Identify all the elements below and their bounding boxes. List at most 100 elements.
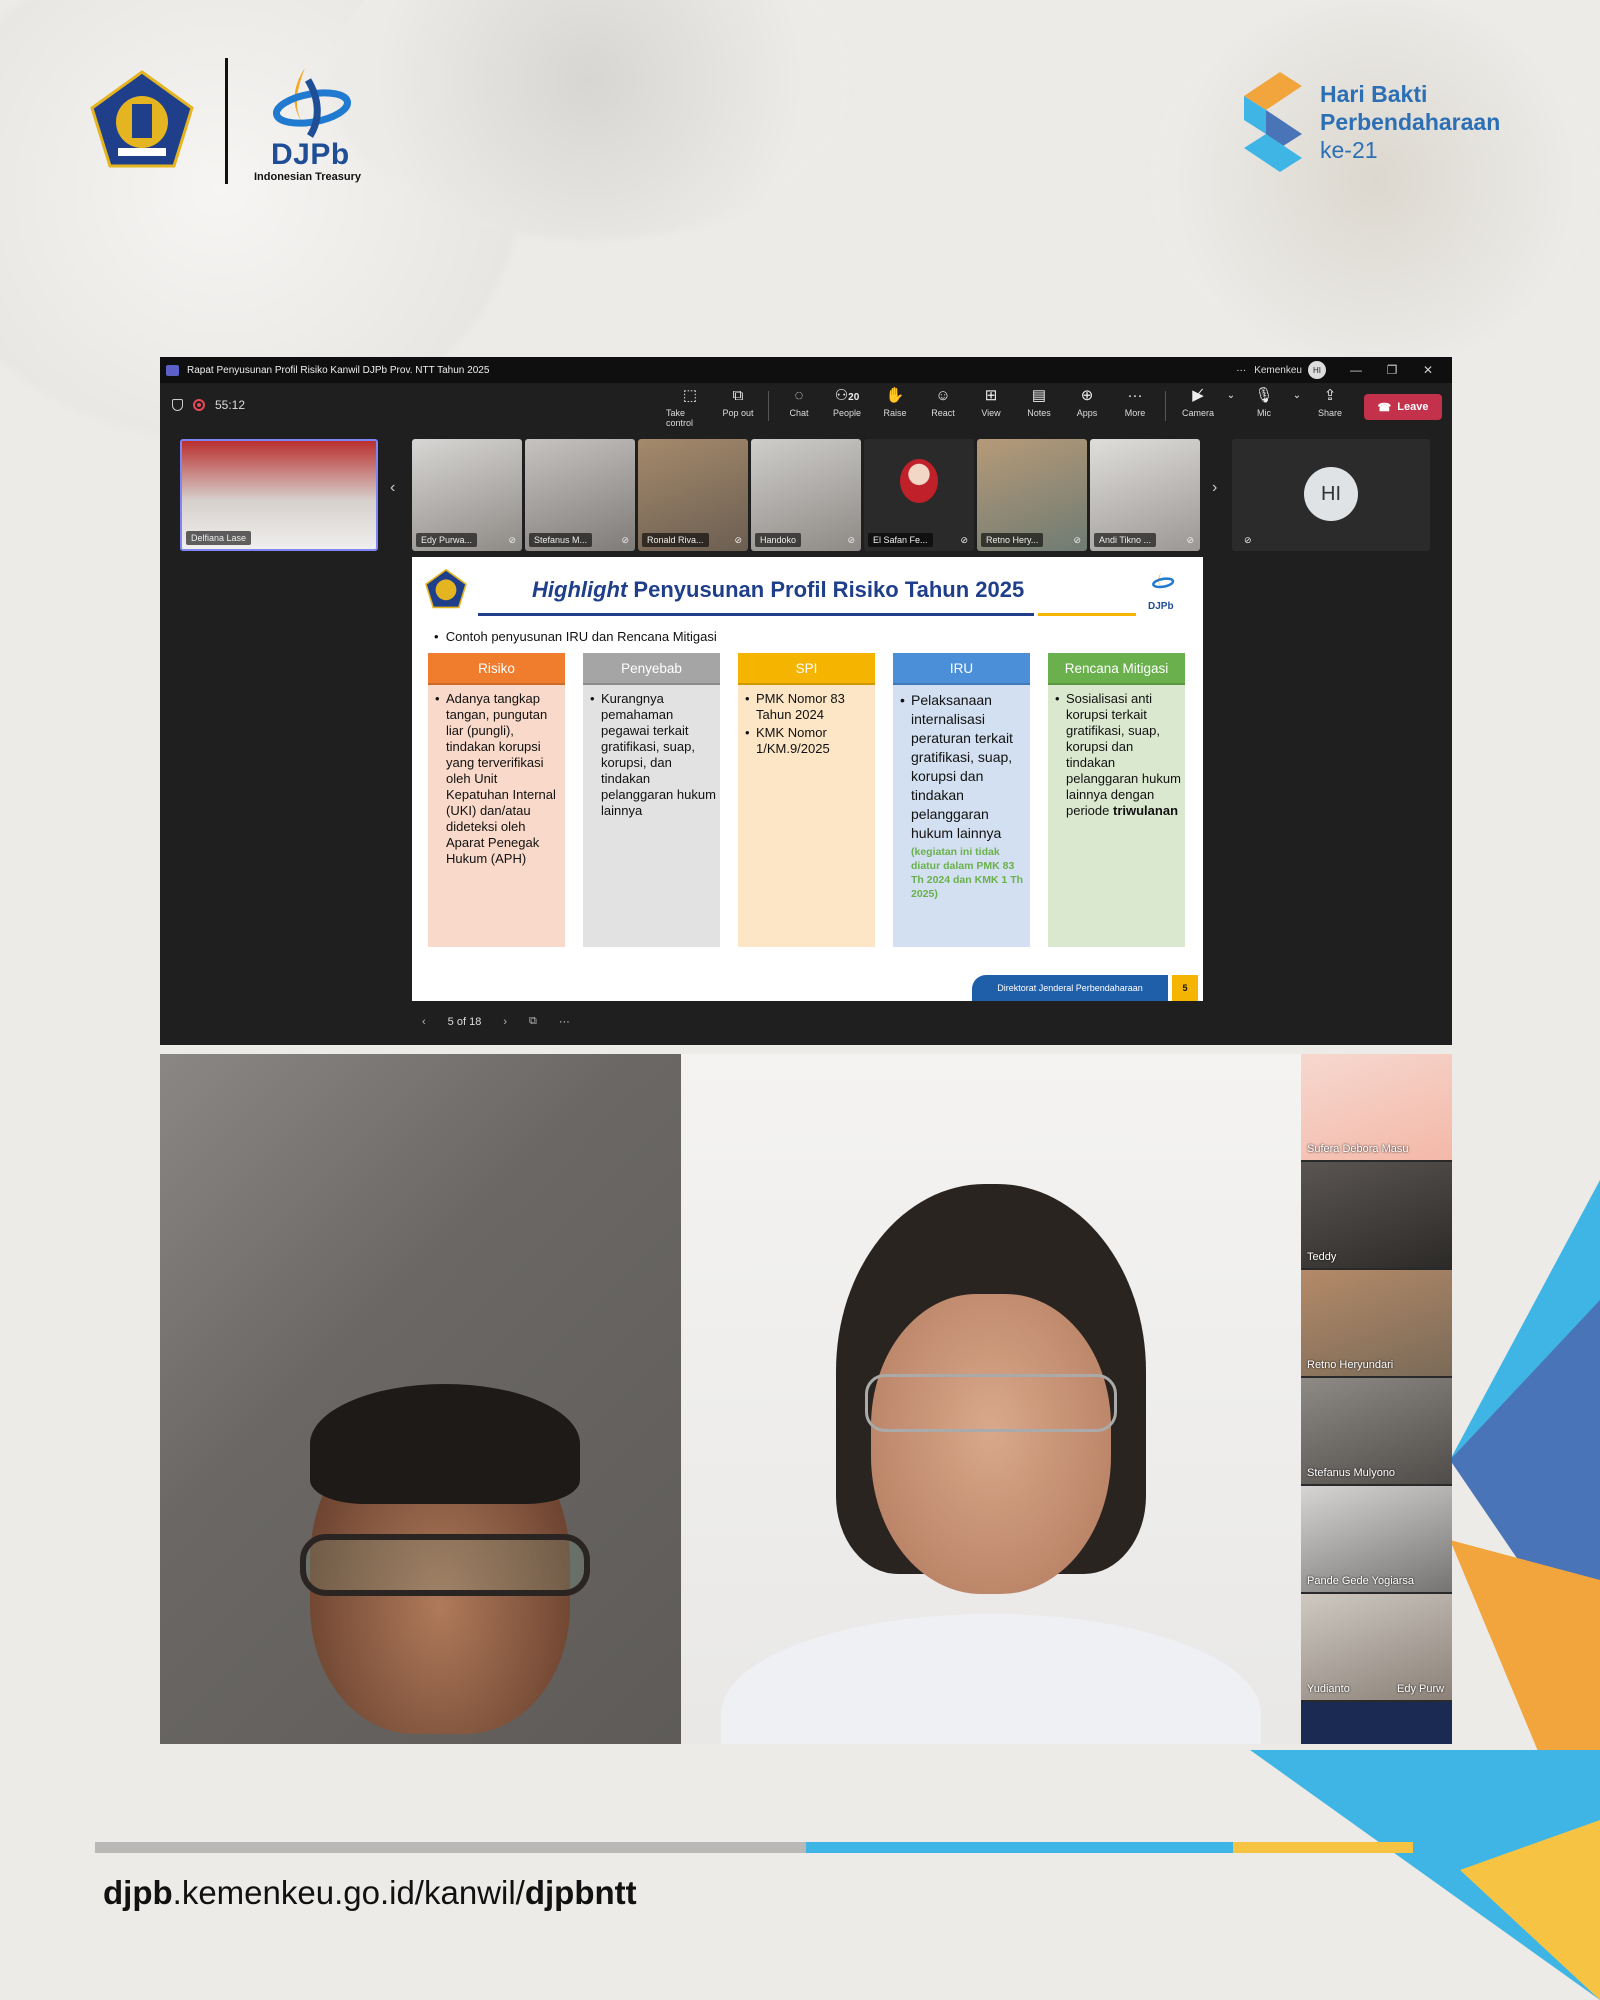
sidebar-tile[interactable]: Yudianto Edy Purw — [1301, 1594, 1452, 1700]
chat-button[interactable]: ◌ Chat — [775, 387, 823, 428]
participant-tile[interactable]: HI ⊘ — [1232, 439, 1430, 551]
url-bold-2: djpbntt — [524, 1874, 637, 1911]
participant-avatar: HI — [1304, 467, 1358, 521]
hari-bakti-line3: ke-21 — [1320, 137, 1378, 163]
sidebar-tile[interactable]: Stefanus Mulyono — [1301, 1378, 1452, 1484]
share-label: Share — [1317, 408, 1343, 418]
sidebar-tile[interactable]: Retno Heryundari — [1301, 1270, 1452, 1376]
sidebar-tile-name: Stefanus Mulyono — [1307, 1467, 1396, 1479]
take-control-label: Take control — [666, 408, 694, 428]
user-avatar[interactable]: HI — [1308, 361, 1326, 379]
sidebar-tile[interactable]: Pande Gede Yogiarsa — [1301, 1486, 1452, 1592]
strip-prev-arrow[interactable]: ‹ — [390, 479, 395, 497]
column-body: Kurangnya pemahaman pegawai terkait grat… — [583, 685, 720, 947]
column-item: Pelaksanaan internalisasi peraturan terk… — [899, 691, 1026, 843]
column-item-text: Sosialisasi anti korupsi terkait gratifi… — [1066, 691, 1181, 818]
participant-name: Edy Purwa... — [416, 533, 478, 547]
hari-bakti-title: Hari Bakti Perbendaharaan ke-21 — [1320, 80, 1500, 164]
close-icon[interactable]: ✕ — [1410, 363, 1446, 377]
column-risiko: Risiko Adanya tangkap tangan, pungutan l… — [428, 653, 565, 947]
column-item: PMK Nomor 83 Tahun 2024 — [744, 691, 871, 723]
footer-bar-yellow — [1233, 1842, 1413, 1853]
share-button[interactable]: ⇪ Share — [1304, 387, 1356, 428]
mic-label: Mic — [1257, 408, 1271, 418]
slide-counter: 5 of 18 — [447, 1015, 482, 1028]
column-spi: SPI PMK Nomor 83 Tahun 2024KMK Nomor 1/K… — [738, 653, 875, 947]
react-button[interactable]: ☺ React — [919, 387, 967, 428]
logo-divider — [225, 58, 228, 184]
mic-options-chevron[interactable]: ⌄ — [1290, 387, 1304, 428]
people-button[interactable]: ⚇20 People — [823, 387, 871, 428]
more-options-icon[interactable]: ··· — [1236, 365, 1246, 376]
participant-tile[interactable]: Edy Purwa... ⊘ — [412, 439, 522, 551]
restore-icon[interactable]: ❐ — [1374, 363, 1410, 377]
sidebar-tile-name: Retno Heryundari — [1307, 1359, 1394, 1371]
view-button[interactable]: ⊞ View — [967, 387, 1015, 428]
chat-icon: ◌ — [794, 387, 804, 404]
more-label: More — [1124, 408, 1146, 418]
org-name: Kemenkeu — [1254, 364, 1302, 376]
participant-tile[interactable]: Andi Tikno ... ⊘ — [1090, 439, 1200, 551]
toolbar-separator — [1165, 391, 1166, 421]
notes-label: Notes — [1027, 408, 1051, 418]
footer-url[interactable]: djpb.kemenkeu.go.id/kanwil/djpbntt — [103, 1874, 637, 1912]
participant-tile[interactable]: Retno Hery... ⊘ — [977, 439, 1087, 551]
mic-off-icon: ⊘ — [1073, 535, 1081, 545]
participant-tile[interactable]: Handoko ⊘ — [751, 439, 861, 551]
camera-options-chevron[interactable]: ⌄ — [1224, 387, 1238, 428]
participant-tile[interactable]: El Safan Fe... ⊘ — [864, 439, 974, 551]
video-conference-capture: Sufera Debora Masu Teddy Retno Heryundar… — [160, 1054, 1452, 1744]
raise-hand-button[interactable]: ✋ Raise — [871, 387, 919, 428]
take-control-icon: ⬚ — [682, 387, 698, 404]
sidebar-tile[interactable]: Sufera Debora Masu — [1301, 1054, 1452, 1160]
djpb-logo-text: DJPb — [271, 138, 350, 171]
sidebar-tile[interactable]: Teddy — [1301, 1162, 1452, 1268]
mic-off-icon: ⊘ — [1186, 535, 1194, 545]
strip-next-arrow[interactable]: › — [1212, 479, 1217, 497]
pop-out-button[interactable]: ⧉ Pop out — [714, 387, 762, 428]
window-title: Rapat Penyusunan Profil Risiko Kanwil DJ… — [187, 364, 490, 376]
column-body: Pelaksanaan internalisasi peraturan terk… — [893, 685, 1030, 947]
camera-button[interactable]: ▶̸ Camera — [1172, 387, 1224, 428]
slide-title-italic: Highlight — [532, 577, 628, 602]
prev-slide-icon[interactable]: ‹ — [422, 1016, 426, 1028]
person-face — [871, 1294, 1111, 1594]
footer-bar-gray — [95, 1842, 806, 1853]
apps-button[interactable]: ⊕ Apps — [1063, 387, 1111, 428]
window-titlebar: Rapat Penyusunan Profil Risiko Kanwil DJ… — [160, 357, 1452, 383]
sidebar-tile[interactable] — [1301, 1702, 1452, 1744]
people-label: People — [832, 408, 862, 418]
notes-button[interactable]: ▤ Notes — [1015, 387, 1063, 428]
mic-off-icon: ⊘ — [960, 535, 968, 545]
hari-bakti-line1: Hari Bakti — [1320, 81, 1428, 107]
glasses — [865, 1374, 1117, 1432]
pop-out-label: Pop out — [722, 408, 754, 418]
meeting-timer: 55:12 — [215, 398, 246, 412]
column-body: Sosialisasi anti korupsi terkait gratifi… — [1048, 685, 1185, 947]
leave-button[interactable]: ☎ Leave — [1364, 394, 1442, 420]
leave-label: Leave — [1397, 401, 1429, 413]
slide-grid-icon[interactable]: ⧉ — [529, 1015, 537, 1028]
next-slide-icon[interactable]: › — [503, 1016, 507, 1028]
participant-strip: Delfiana Lase ‹ Edy Purwa... ⊘ Stefanus M… — [180, 439, 1432, 551]
participant-tile[interactable]: Ronald Riva... ⊘ — [638, 439, 748, 551]
mic-button[interactable]: 🎙︎ Mic — [1238, 387, 1290, 428]
slide-bullet-text: Contoh penyusunan IRU dan Rencana Mitiga… — [445, 629, 717, 644]
participant-name: Ronald Riva... — [642, 533, 709, 547]
take-control-button[interactable]: ⬚ Take control — [666, 387, 714, 428]
column-item-bold: triwulanan — [1113, 803, 1179, 818]
people-count: 20 — [848, 392, 860, 403]
participant-tile[interactable]: Stefanus M... ⊘ — [525, 439, 635, 551]
participant-name: Stefanus M... — [529, 533, 593, 547]
raise-label: Raise — [883, 408, 907, 418]
phone-hangup-icon: ☎ — [1377, 401, 1392, 414]
participant-tile-active[interactable]: Delfiana Lase — [180, 439, 378, 551]
more-button[interactable]: ··· More — [1111, 387, 1159, 428]
slide-more-icon[interactable]: ··· — [559, 1016, 570, 1028]
column-rencana-mitigasi: Rencana Mitigasi Sosialisasi anti korups… — [1048, 653, 1185, 947]
minimize-icon[interactable]: — — [1338, 363, 1374, 377]
teams-meeting-window: Rapat Penyusunan Profil Risiko Kanwil DJ… — [160, 357, 1452, 1045]
slide-navigation: ‹ 5 of 18 › ⧉ ··· — [422, 1015, 570, 1028]
kemenkeu-logo — [425, 569, 467, 609]
toolbar-buttons: ⬚ Take control ⧉ Pop out ◌ Chat ⚇20 People ✋… — [666, 387, 1356, 428]
